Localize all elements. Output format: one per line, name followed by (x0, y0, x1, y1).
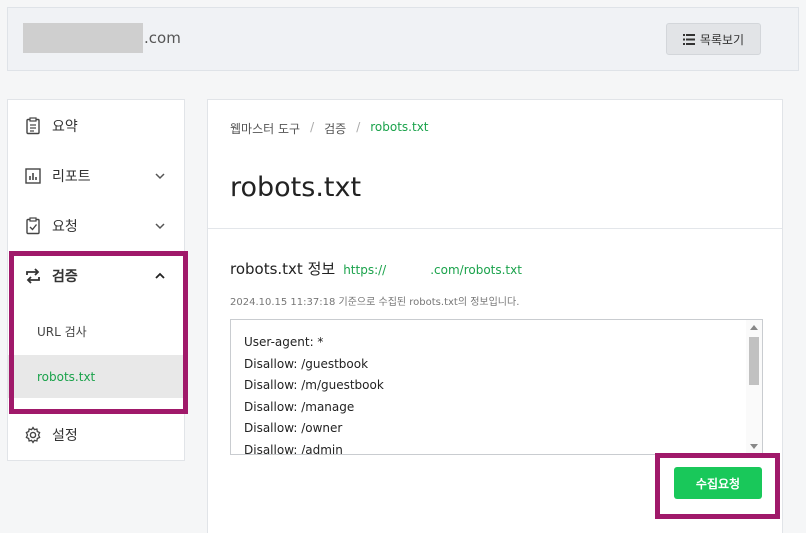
sidebar-item-request[interactable]: 요청 (8, 201, 184, 251)
main-content: 웹마스터 도구 / 검증 / robots.txt robots.txt rob… (207, 99, 783, 533)
section-divider (208, 228, 782, 229)
sidebar-item-report[interactable]: 리포트 (8, 151, 184, 201)
robots-line: Disallow: /manage (244, 399, 355, 414)
sidebar-subitem-robots[interactable]: robots.txt (8, 355, 184, 398)
clipboard-check-icon (24, 217, 42, 235)
clipboard-icon (24, 117, 42, 135)
robots-line: Disallow: /owner (244, 421, 343, 435)
robots-line: User-agent: * (244, 335, 324, 349)
sidebar-item-label: 리포트 (52, 169, 91, 185)
page-title: robots.txt (230, 172, 362, 203)
robots-line: Disallow: /admin (244, 442, 343, 455)
robots-url-link[interactable]: https:// .com/robots.txt (343, 263, 522, 277)
list-view-button[interactable]: 목록보기 (666, 23, 761, 55)
list-view-label: 목록보기 (699, 32, 745, 47)
list-icon (682, 33, 695, 45)
sidebar-subitem-label: robots.txt (37, 369, 96, 384)
sidebar-item-label: 검증 (52, 269, 78, 285)
robots-url-suffix: .com/robots.txt (430, 263, 522, 277)
sidebar: 요약 리포트 요청 검증 URL 검사 robots.txt 설정 (7, 99, 185, 461)
repeat-arrows-icon (24, 267, 42, 285)
sidebar-item-summary[interactable]: 요약 (8, 101, 184, 151)
bar-chart-icon (24, 167, 42, 185)
robots-info-heading: robots.txt 정보 https:// .com/robots.txt (230, 258, 522, 279)
scroll-thumb[interactable] (749, 337, 759, 385)
robots-content-box[interactable]: User-agent: * Disallow: /guestbook Disal… (230, 319, 763, 455)
redacted-site-name (23, 23, 143, 53)
robots-info-title: robots.txt 정보 (230, 260, 336, 278)
breadcrumb: 웹마스터 도구 / 검증 / robots.txt (230, 120, 429, 137)
sidebar-item-verify[interactable]: 검증 (8, 251, 184, 301)
sidebar-item-settings[interactable]: 설정 (8, 410, 184, 460)
chevron-up-icon (155, 272, 165, 279)
gear-icon (24, 426, 42, 444)
breadcrumb-current: robots.txt (370, 120, 429, 134)
sidebar-subitem-label: URL 검사 (37, 325, 87, 339)
robots-line: Disallow: /m/guestbook (244, 378, 384, 392)
robots-content: User-agent: * Disallow: /guestbook Disal… (244, 332, 384, 455)
breadcrumb-separator: / (356, 120, 361, 134)
sidebar-item-label: 요청 (52, 219, 78, 235)
sidebar-item-label: 설정 (52, 428, 78, 444)
robots-scrollbar[interactable] (746, 320, 762, 454)
sidebar-item-label: 요약 (52, 119, 78, 135)
collect-request-button[interactable]: 수집요청 (674, 467, 762, 499)
robots-url-prefix: https:// (343, 263, 387, 277)
breadcrumb-separator: / (310, 120, 315, 134)
sidebar-subitem-url-inspect[interactable]: URL 검사 (8, 310, 184, 353)
breadcrumb-item[interactable]: 검증 (324, 120, 346, 137)
chevron-down-icon (155, 223, 165, 230)
scroll-up-arrow-icon[interactable] (750, 325, 758, 330)
site-domain: .com (144, 29, 181, 47)
site-header: .com 목록보기 (7, 7, 799, 71)
breadcrumb-item[interactable]: 웹마스터 도구 (230, 120, 300, 137)
scroll-down-arrow-icon[interactable] (750, 444, 758, 449)
robots-collected-description: 2024.10.15 11:37:18 기준으로 수집된 robots.txt의… (230, 297, 520, 308)
robots-line: Disallow: /guestbook (244, 356, 369, 371)
chevron-down-icon (155, 173, 165, 180)
